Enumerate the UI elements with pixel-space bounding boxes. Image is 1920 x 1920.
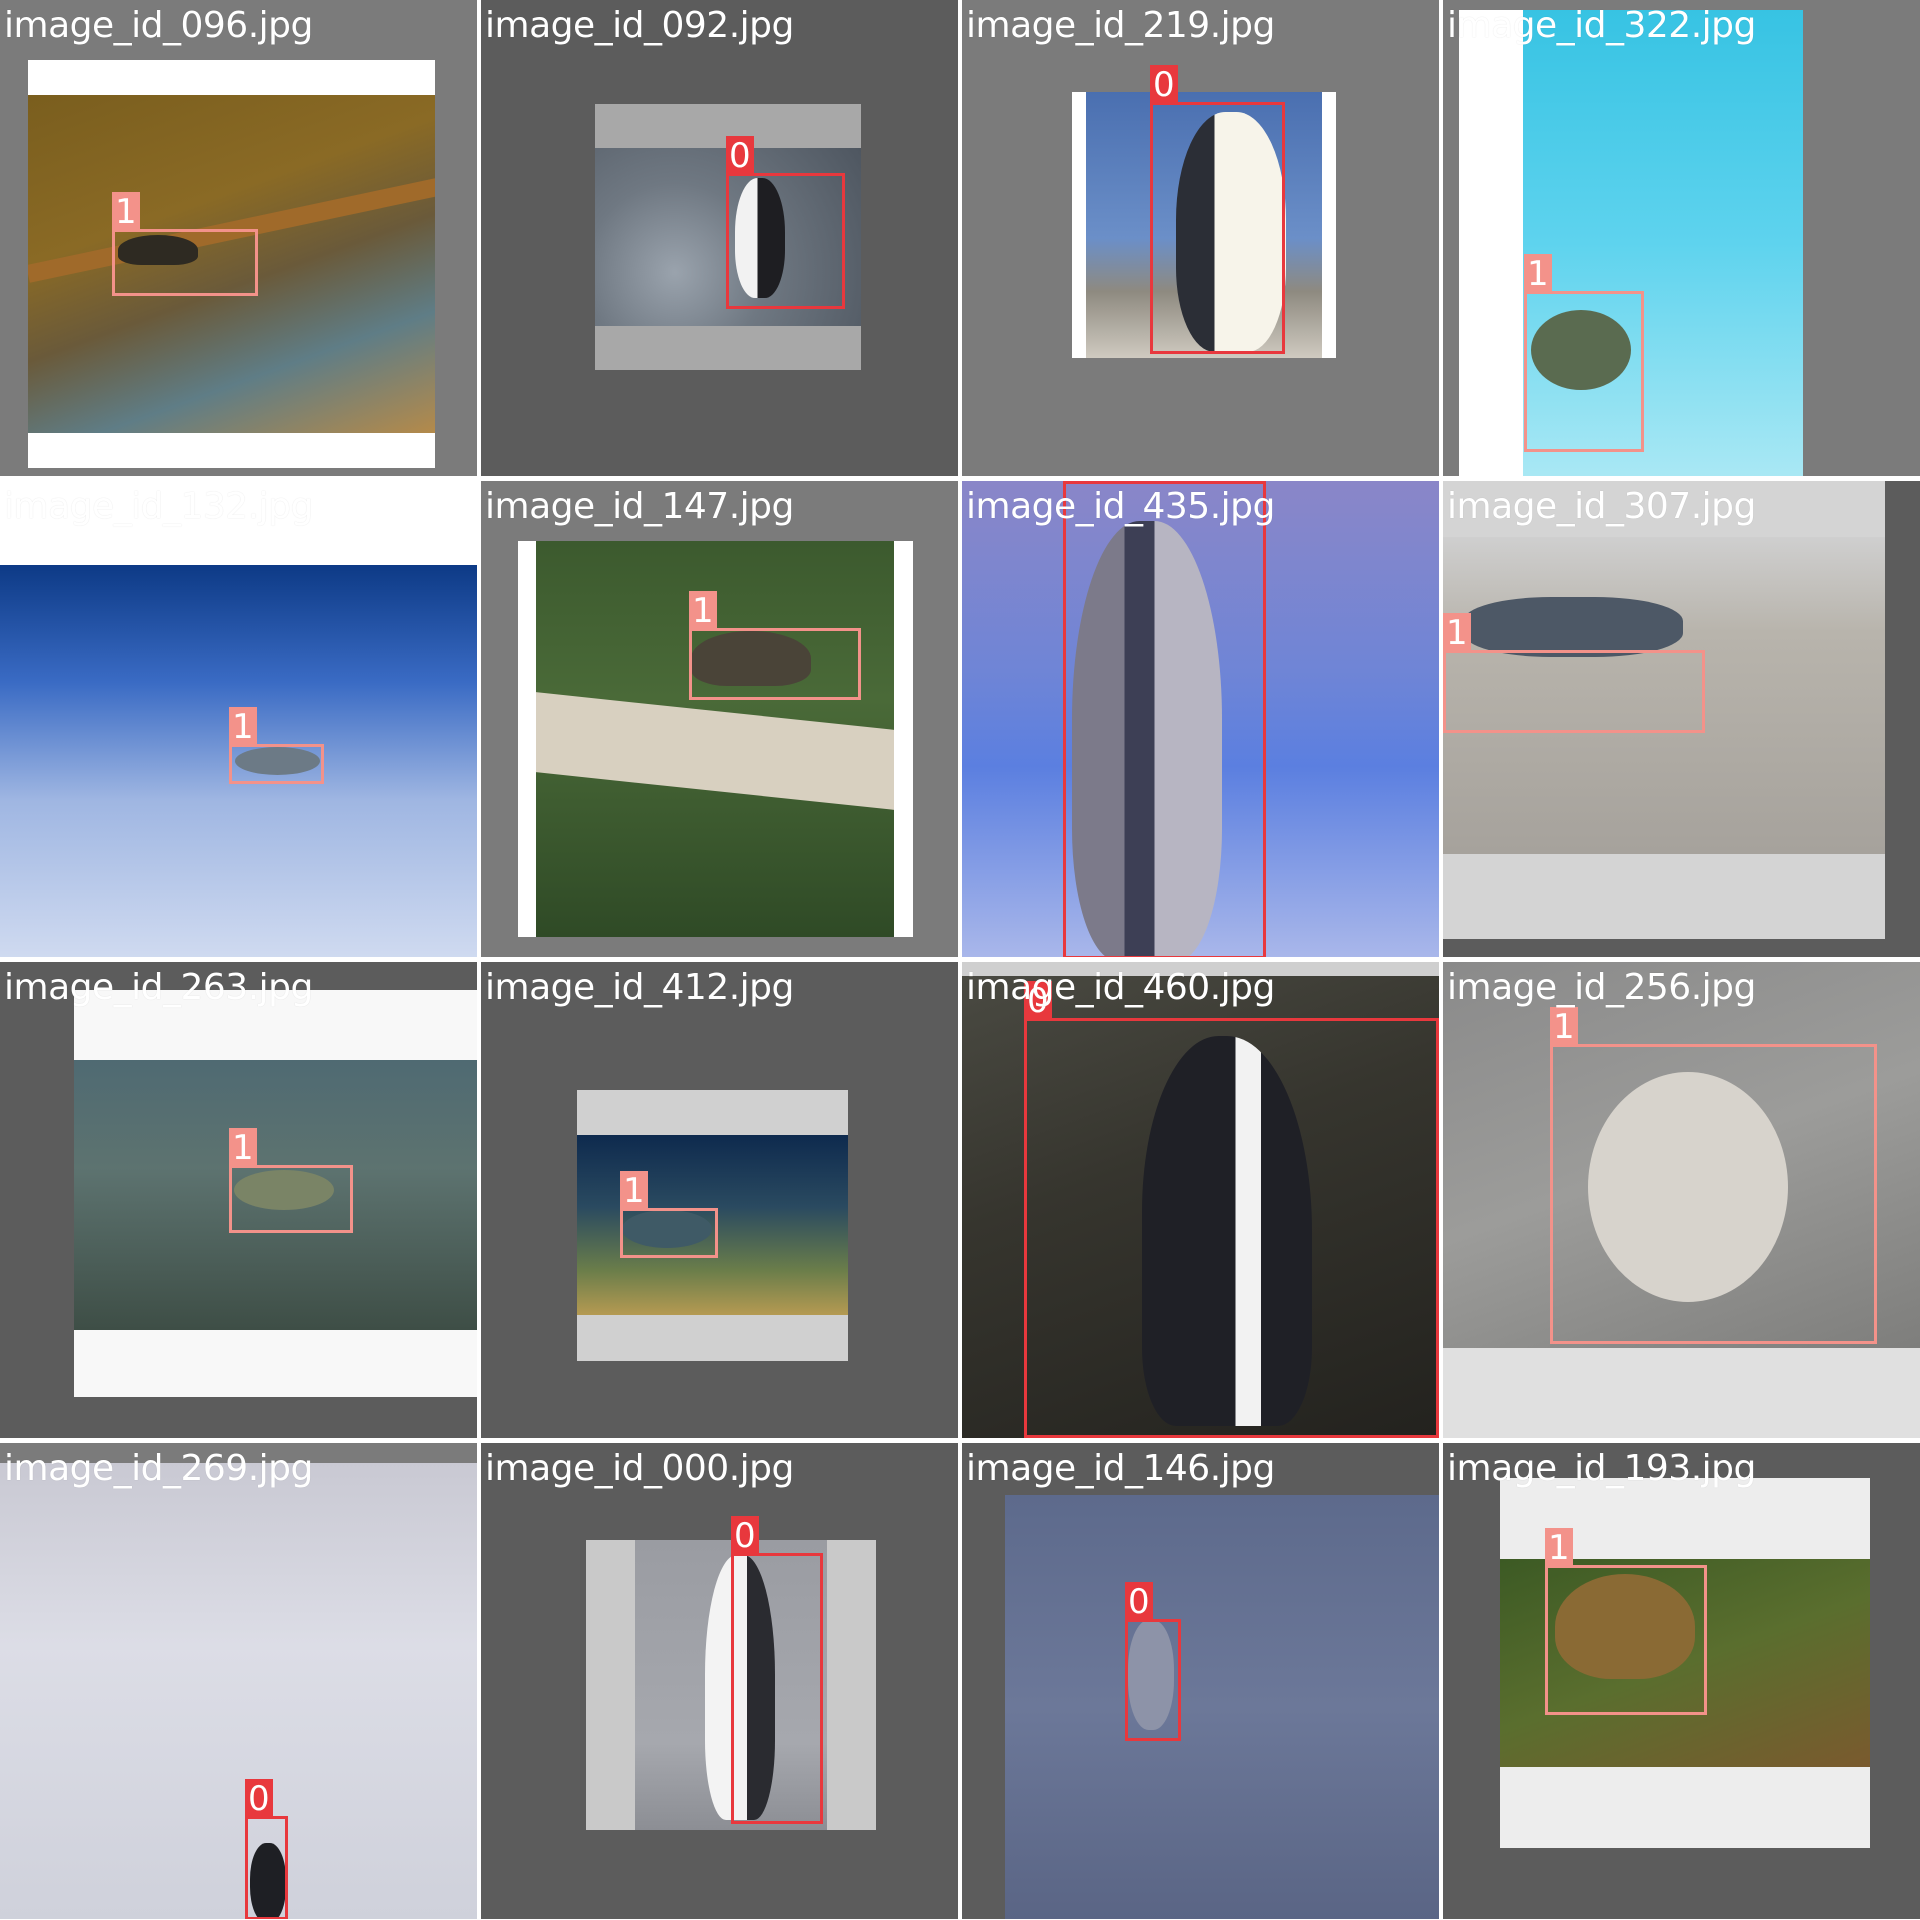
image-tile[interactable]: 1 image_id_147.jpg — [481, 481, 958, 957]
image-caption: image_id_219.jpg — [966, 5, 1275, 46]
class-label: 1 — [1550, 1007, 1578, 1047]
bounding-box-turtle: 1 — [620, 1171, 718, 1258]
class-label: 1 — [1545, 1528, 1573, 1568]
class-label: 1 — [229, 1128, 257, 1168]
image-caption: image_id_322.jpg — [1447, 5, 1756, 46]
image-tile[interactable]: 1 image_id_307.jpg — [1443, 481, 1920, 957]
bounding-box-penguin: 0 — [726, 136, 845, 309]
image-tile[interactable]: 0 image_id_269.jpg — [0, 1443, 477, 1919]
image-caption: image_id_412.jpg — [485, 967, 794, 1008]
turtle-shape — [1463, 597, 1683, 657]
class-label: 1 — [620, 1171, 648, 1211]
class-label: 0 — [731, 1516, 759, 1556]
image-caption: image_id_000.jpg — [485, 1448, 794, 1489]
class-label: 1 — [1443, 613, 1471, 653]
image-tile[interactable]: 0 image_id_000.jpg — [481, 1443, 958, 1919]
bounding-box-penguin: 0 — [731, 1516, 823, 1824]
bounding-box-penguin: 0 — [1150, 65, 1285, 354]
image-tile[interactable]: 0 image_id_435.jpg — [962, 481, 1439, 957]
bounding-box-turtle: 1 — [1545, 1528, 1707, 1715]
bounding-box-turtle: 1 — [1524, 254, 1644, 452]
class-label: 1 — [229, 707, 257, 747]
bounding-box-turtle: 1 — [112, 192, 258, 296]
image-tile[interactable]: 1 image_id_322.jpg — [1443, 0, 1920, 476]
image-tile[interactable]: 1 image_id_132.jpg — [0, 481, 477, 957]
bounding-box-turtle: 1 — [689, 591, 861, 700]
class-label: 0 — [245, 1779, 273, 1819]
image-caption: image_id_193.jpg — [1447, 1448, 1756, 1489]
image-caption: image_id_460.jpg — [966, 967, 1275, 1008]
image-caption: image_id_263.jpg — [4, 967, 313, 1008]
image-tile[interactable]: 1 image_id_412.jpg — [481, 962, 958, 1438]
class-label: 1 — [1524, 254, 1552, 294]
bounding-box-penguin: 0 — [1063, 481, 1266, 957]
image-tile[interactable]: 0 image_id_092.jpg — [481, 0, 958, 476]
bounding-box-penguin: 0 — [1125, 1582, 1181, 1741]
class-label: 0 — [1150, 65, 1178, 105]
image-caption: image_id_096.jpg — [4, 5, 313, 46]
image-caption: image_id_269.jpg — [4, 1448, 313, 1489]
image-tile[interactable]: 1 image_id_263.jpg — [0, 962, 477, 1438]
image-caption: image_id_256.jpg — [1447, 967, 1756, 1008]
dock-shape — [536, 692, 894, 810]
image-caption: image_id_092.jpg — [485, 5, 794, 46]
penguin-photo — [0, 1463, 477, 1919]
bounding-box-penguin: 0 — [1024, 981, 1439, 1438]
image-caption: image_id_132.jpg — [4, 486, 313, 527]
image-tile[interactable]: 0 image_id_460.jpg — [962, 962, 1439, 1438]
class-label: 0 — [726, 136, 754, 176]
image-caption: image_id_307.jpg — [1447, 486, 1756, 527]
bounding-box-penguin: 0 — [245, 1779, 288, 1919]
class-label: 1 — [689, 591, 717, 631]
bounding-box-turtle: 1 — [229, 1128, 353, 1233]
class-label: 0 — [1063, 481, 1091, 484]
image-tile[interactable]: 0 image_id_219.jpg — [962, 0, 1439, 476]
bounding-box-turtle: 1 — [229, 707, 324, 784]
bounding-box-turtle: 1 — [1443, 613, 1705, 733]
image-caption: image_id_147.jpg — [485, 486, 794, 527]
image-grid: 1 image_id_096.jpg 0 image_id_092.jpg 0 … — [0, 0, 1920, 1920]
class-label: 1 — [112, 192, 140, 232]
image-tile[interactable]: 1 image_id_096.jpg — [0, 0, 477, 476]
bounding-box-turtle: 1 — [1550, 1007, 1877, 1344]
class-label: 0 — [1125, 1582, 1153, 1622]
image-tile[interactable]: 0 image_id_146.jpg — [962, 1443, 1439, 1919]
image-tile[interactable]: 1 image_id_193.jpg — [1443, 1443, 1920, 1919]
penguin-photo — [1005, 1495, 1439, 1919]
image-caption: image_id_146.jpg — [966, 1448, 1275, 1489]
image-tile[interactable]: 1 image_id_256.jpg — [1443, 962, 1920, 1438]
image-caption: image_id_435.jpg — [966, 486, 1275, 527]
